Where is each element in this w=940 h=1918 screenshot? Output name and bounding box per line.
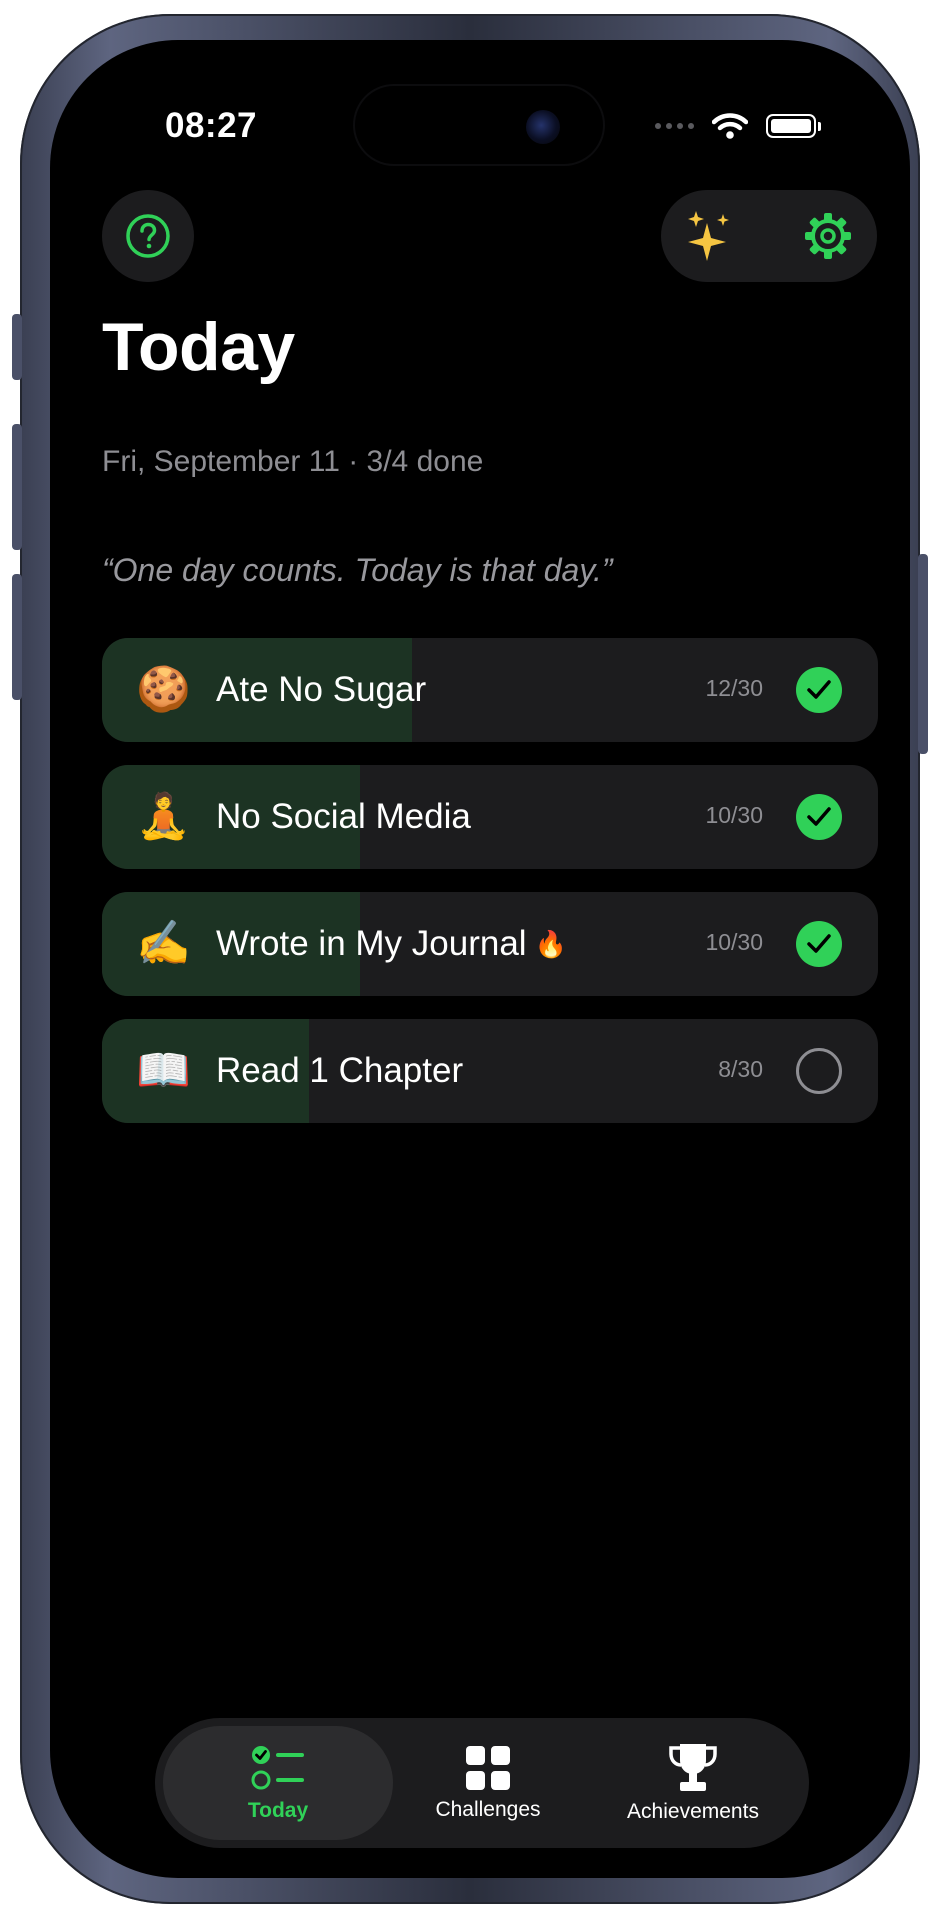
cellular-signal-icon	[655, 123, 694, 129]
streak-flame-icon: 🔥	[534, 928, 567, 959]
habit-name: Wrote in My Journal 🔥	[216, 924, 567, 963]
habit-day-count: 12/30	[705, 675, 763, 701]
ai-sparkle-button[interactable]	[683, 209, 737, 263]
habit-row[interactable]: 📖 Read 1 Chapter 8/30	[102, 1019, 878, 1123]
settings-button[interactable]	[801, 209, 855, 263]
date-progress-subtitle: Fri, September 11 · 3/4 done	[102, 445, 484, 478]
habit-day-count: 10/30	[705, 802, 763, 828]
habit-check-toggle[interactable]	[796, 921, 842, 967]
phone-frame: 08:27 Today Fri, September 11 · 3/4 done…	[12, 14, 928, 1904]
habit-name: No Social Media	[216, 797, 471, 836]
habit-emoji-icon: ✍️	[136, 919, 191, 968]
power-button	[918, 554, 928, 754]
habit-emoji-icon: 🍪	[136, 665, 191, 714]
volume-down-button	[12, 574, 22, 700]
habit-row[interactable]: 🍪 Ate No Sugar 12/30	[102, 638, 878, 742]
checklist-icon	[251, 1746, 304, 1790]
status-time: 08:27	[165, 106, 258, 145]
habit-emoji-icon: 🧘	[136, 792, 191, 841]
tab-label: Today	[247, 1799, 309, 1822]
habit-day-count: 10/30	[705, 929, 763, 955]
page-title: Today	[102, 309, 295, 385]
top-actions-pill	[661, 190, 877, 282]
battery-icon	[766, 114, 821, 138]
wifi-icon	[712, 113, 748, 139]
grid-icon	[466, 1746, 510, 1790]
motivational-quote: “One day counts. Today is that day.”	[102, 552, 613, 588]
volume-up-button	[12, 424, 22, 550]
habit-name: Ate No Sugar	[216, 670, 427, 709]
checkmark-icon	[807, 807, 831, 826]
action-button	[12, 314, 22, 380]
habit-row[interactable]: 🧘 No Social Media 10/30	[102, 765, 878, 869]
help-button[interactable]	[102, 190, 194, 282]
habit-name: Read 1 Chapter	[216, 1051, 464, 1090]
checkmark-icon	[807, 934, 831, 953]
sparkles-icon	[688, 211, 729, 261]
habit-row[interactable]: ✍️ Wrote in My Journal 🔥 10/30	[102, 892, 878, 996]
screen: 08:27 Today Fri, September 11 · 3/4 done…	[50, 40, 910, 1878]
question-mark-icon	[126, 214, 170, 258]
checkmark-icon	[807, 680, 831, 699]
tab-label: Achievements	[627, 1800, 759, 1823]
gear-icon	[805, 213, 851, 259]
tab-bar: Today Challenges Achievements	[155, 1718, 809, 1848]
habit-check-toggle[interactable]	[796, 667, 842, 713]
habit-check-toggle[interactable]	[796, 1048, 842, 1094]
tab-label: Challenges	[435, 1798, 541, 1821]
habit-emoji-icon: 📖	[136, 1046, 191, 1095]
habit-list: 🍪 Ate No Sugar 12/30 🧘 No Social Media 1…	[102, 638, 878, 1146]
status-icons	[655, 112, 821, 140]
tab-achievements[interactable]: Achievements	[583, 1726, 803, 1840]
front-camera	[526, 110, 560, 144]
habit-check-toggle[interactable]	[796, 794, 842, 840]
trophy-icon	[669, 1744, 717, 1791]
tab-challenges[interactable]: Challenges	[393, 1726, 583, 1840]
habit-day-count: 8/30	[718, 1056, 763, 1082]
tab-today[interactable]: Today	[163, 1726, 393, 1840]
dynamic-island	[355, 86, 603, 164]
